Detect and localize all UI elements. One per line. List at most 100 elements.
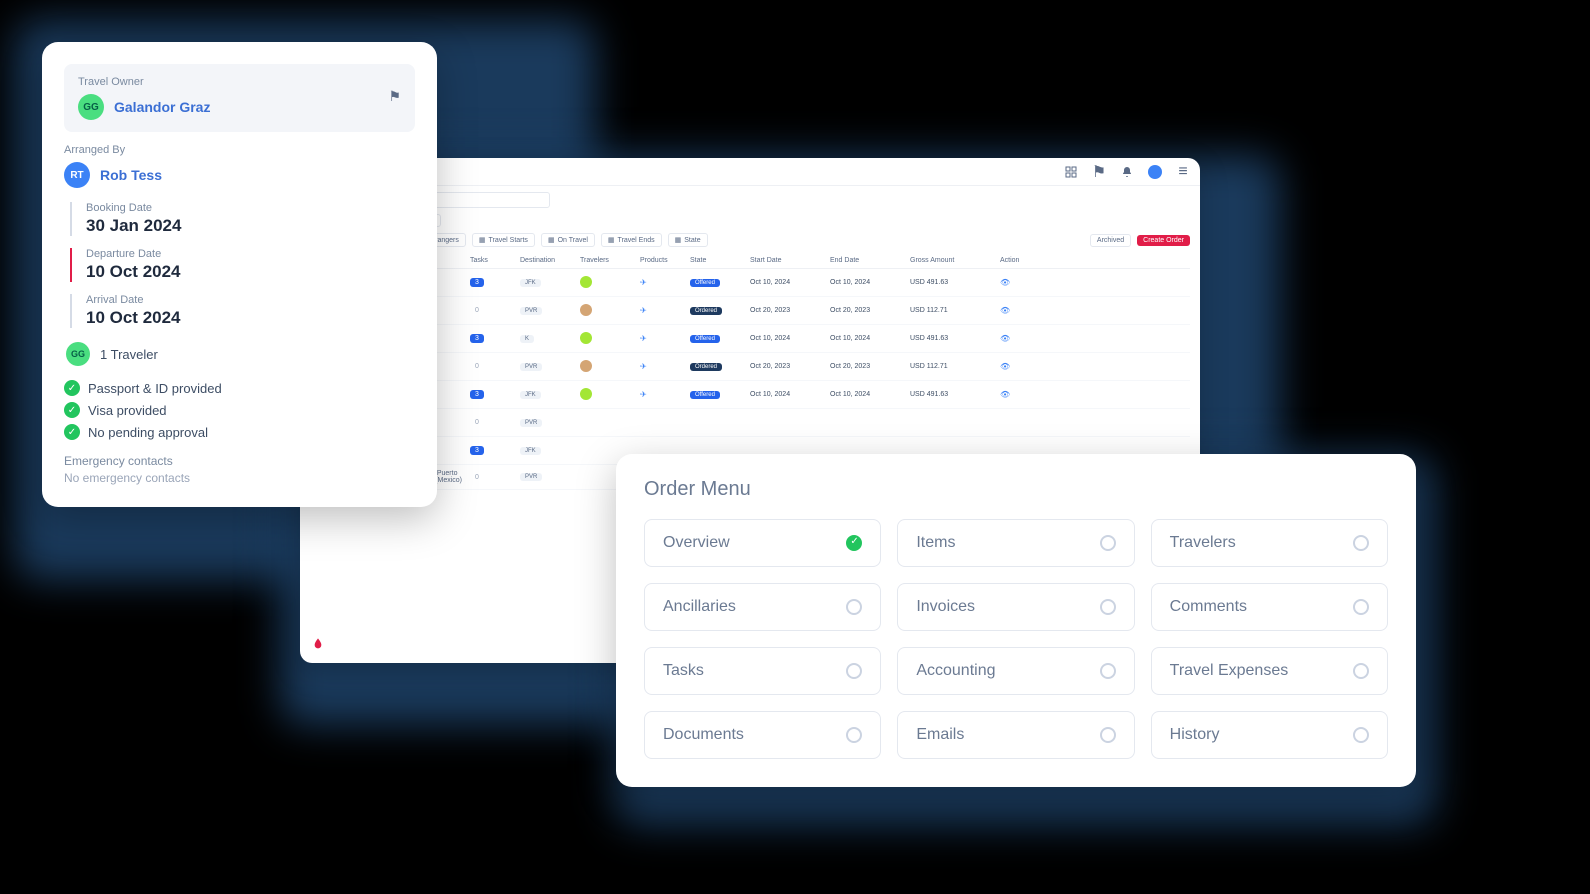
iata-badge: JFK <box>520 447 541 455</box>
menu-item-label: Tasks <box>663 662 704 680</box>
check-row: ✓Visa provided <box>64 402 415 418</box>
iata-badge: PVR <box>520 307 542 315</box>
menu-item-label: Travel Expenses <box>1170 662 1289 680</box>
owner-box: Travel Owner GG Galandor Graz ⚑ <box>64 64 415 132</box>
menu-item-overview[interactable]: Overview <box>644 519 881 567</box>
menu-item-items[interactable]: Items <box>897 519 1134 567</box>
menu-item-invoices[interactable]: Invoices <box>897 583 1134 631</box>
emergency-label: Emergency contacts <box>64 454 415 468</box>
end-date: Oct 10, 2024 <box>830 335 910 342</box>
start-date: Oct 10, 2024 <box>750 391 830 398</box>
gross-amount: USD 112.71 <box>910 307 1000 314</box>
state-badge: Offered <box>690 279 720 287</box>
filter-starts[interactable]: ▦ Travel Starts <box>472 233 535 247</box>
task-badge: 3 <box>470 446 484 455</box>
menu-item-documents[interactable]: Documents <box>644 711 881 759</box>
date-value: 10 Oct 2024 <box>86 308 415 328</box>
gross-amount: USD 491.63 <box>910 391 1000 398</box>
task-count: 0 <box>470 362 484 371</box>
radio-icon <box>846 663 862 679</box>
date-value: 30 Jan 2024 <box>86 216 415 236</box>
table-row[interactable]: Puerto Vallarta0PVR <box>350 409 1190 437</box>
radio-icon <box>846 599 862 615</box>
start-date: Oct 10, 2024 <box>750 279 830 286</box>
iata-badge: K <box>520 335 534 343</box>
filter-ends[interactable]: ▦ Travel Ends <box>601 233 662 247</box>
plane-icon: ✈ <box>640 362 647 371</box>
filter-ontravel[interactable]: ▦ On Travel <box>541 233 595 247</box>
iata-badge: JFK <box>520 279 541 287</box>
date-value: 10 Oct 2024 <box>86 262 415 282</box>
task-count: 0 <box>470 418 484 427</box>
radio-icon <box>1100 727 1116 743</box>
radio-icon <box>1100 535 1116 551</box>
traveler-count-row: GG 1 Traveler <box>66 342 415 366</box>
user-avatar[interactable] <box>1148 165 1162 179</box>
menu-item-label: Comments <box>1170 598 1247 616</box>
arranger-name[interactable]: Rob Tess <box>100 167 162 183</box>
table-row[interactable]: New Yorktates)3JFK✈OfferedOct 10, 2024Oc… <box>350 381 1190 409</box>
gross-amount: USD 112.71 <box>910 363 1000 370</box>
flag-icon[interactable]: ⚑ <box>388 88 401 105</box>
radio-icon <box>1100 663 1116 679</box>
table-row[interactable]: New Yorktates)3K✈OfferedOct 10, 2024Oct … <box>350 325 1190 353</box>
owner-avatar[interactable]: GG <box>78 94 104 120</box>
view-icon[interactable]: 👁 <box>1000 278 1010 287</box>
radio-icon <box>1353 599 1369 615</box>
bell-icon[interactable] <box>1120 165 1134 179</box>
menu-item-history[interactable]: History <box>1151 711 1388 759</box>
radio-icon <box>1353 727 1369 743</box>
menu-icon[interactable]: ≡ <box>1176 165 1190 179</box>
table-row[interactable]: Puerto Vallarta0PVR✈OrderedOct 20, 2023O… <box>350 353 1190 381</box>
menu-item-travel-expenses[interactable]: Travel Expenses <box>1151 647 1388 695</box>
apps-icon[interactable] <box>1064 165 1078 179</box>
plane-icon: ✈ <box>640 390 647 399</box>
gross-amount: USD 491.63 <box>910 335 1000 342</box>
col-travelers: Travelers <box>580 257 640 264</box>
check-icon <box>846 535 862 551</box>
menu-item-label: Travelers <box>1170 534 1236 552</box>
view-icon[interactable]: 👁 <box>1000 306 1010 315</box>
menu-item-ancillaries[interactable]: Ancillaries <box>644 583 881 631</box>
menu-item-tasks[interactable]: Tasks <box>644 647 881 695</box>
col-tasks: Tasks <box>470 257 520 264</box>
menu-item-accounting[interactable]: Accounting <box>897 647 1134 695</box>
task-badge: 3 <box>470 390 484 399</box>
plane-icon: ✈ <box>640 334 647 343</box>
view-icon[interactable]: 👁 <box>1000 362 1010 371</box>
menu-item-travelers[interactable]: Travelers <box>1151 519 1388 567</box>
menu-item-label: Emails <box>916 726 964 744</box>
owner-name[interactable]: Galandor Graz <box>114 99 210 115</box>
table-row[interactable]: Puerto Vallarta0PVR✈OrderedOct 20, 2023O… <box>350 297 1190 325</box>
traveler-avatar[interactable]: GG <box>66 342 90 366</box>
iata-badge: PVR <box>520 419 542 427</box>
arranger-avatar[interactable]: RT <box>64 162 90 188</box>
flag-icon[interactable]: ⚑ <box>1092 165 1106 179</box>
emergency-text: No emergency contacts <box>64 471 415 485</box>
menu-item-label: History <box>1170 726 1220 744</box>
order-menu-card: Order Menu Overview Items Travelers Ancilla… <box>616 454 1416 787</box>
menu-item-emails[interactable]: Emails <box>897 711 1134 759</box>
view-icon[interactable]: 👁 <box>1000 334 1010 343</box>
check-row: ✓Passport & ID provided <box>64 380 415 396</box>
create-order-button[interactable]: Create Order <box>1137 235 1190 246</box>
traveler-avatar <box>580 388 592 400</box>
iata-badge: PVR <box>520 363 542 371</box>
state-badge: Offered <box>690 335 720 343</box>
task-badge: 3 <box>470 334 484 343</box>
radio-icon <box>1353 535 1369 551</box>
state-badge: Offered <box>690 391 720 399</box>
end-date: Oct 20, 2023 <box>830 307 910 314</box>
end-date: Oct 10, 2024 <box>830 279 910 286</box>
end-date: Oct 20, 2023 <box>830 363 910 370</box>
view-icon[interactable]: 👁 <box>1000 390 1010 399</box>
menu-item-comments[interactable]: Comments <box>1151 583 1388 631</box>
filter-state[interactable]: ▦ State <box>668 233 708 247</box>
end-date: Oct 10, 2024 <box>830 391 910 398</box>
date-list: Booking Date30 Jan 2024Departure Date10 … <box>70 202 415 328</box>
order-menu-title: Order Menu <box>644 478 1388 501</box>
archived-toggle[interactable]: Archived <box>1090 234 1131 247</box>
traveler-avatar <box>580 332 592 344</box>
date-item: Arrival Date10 Oct 2024 <box>70 294 415 328</box>
table-row[interactable]: New Yorktates)3JFK✈OfferedOct 10, 2024Oc… <box>350 269 1190 297</box>
